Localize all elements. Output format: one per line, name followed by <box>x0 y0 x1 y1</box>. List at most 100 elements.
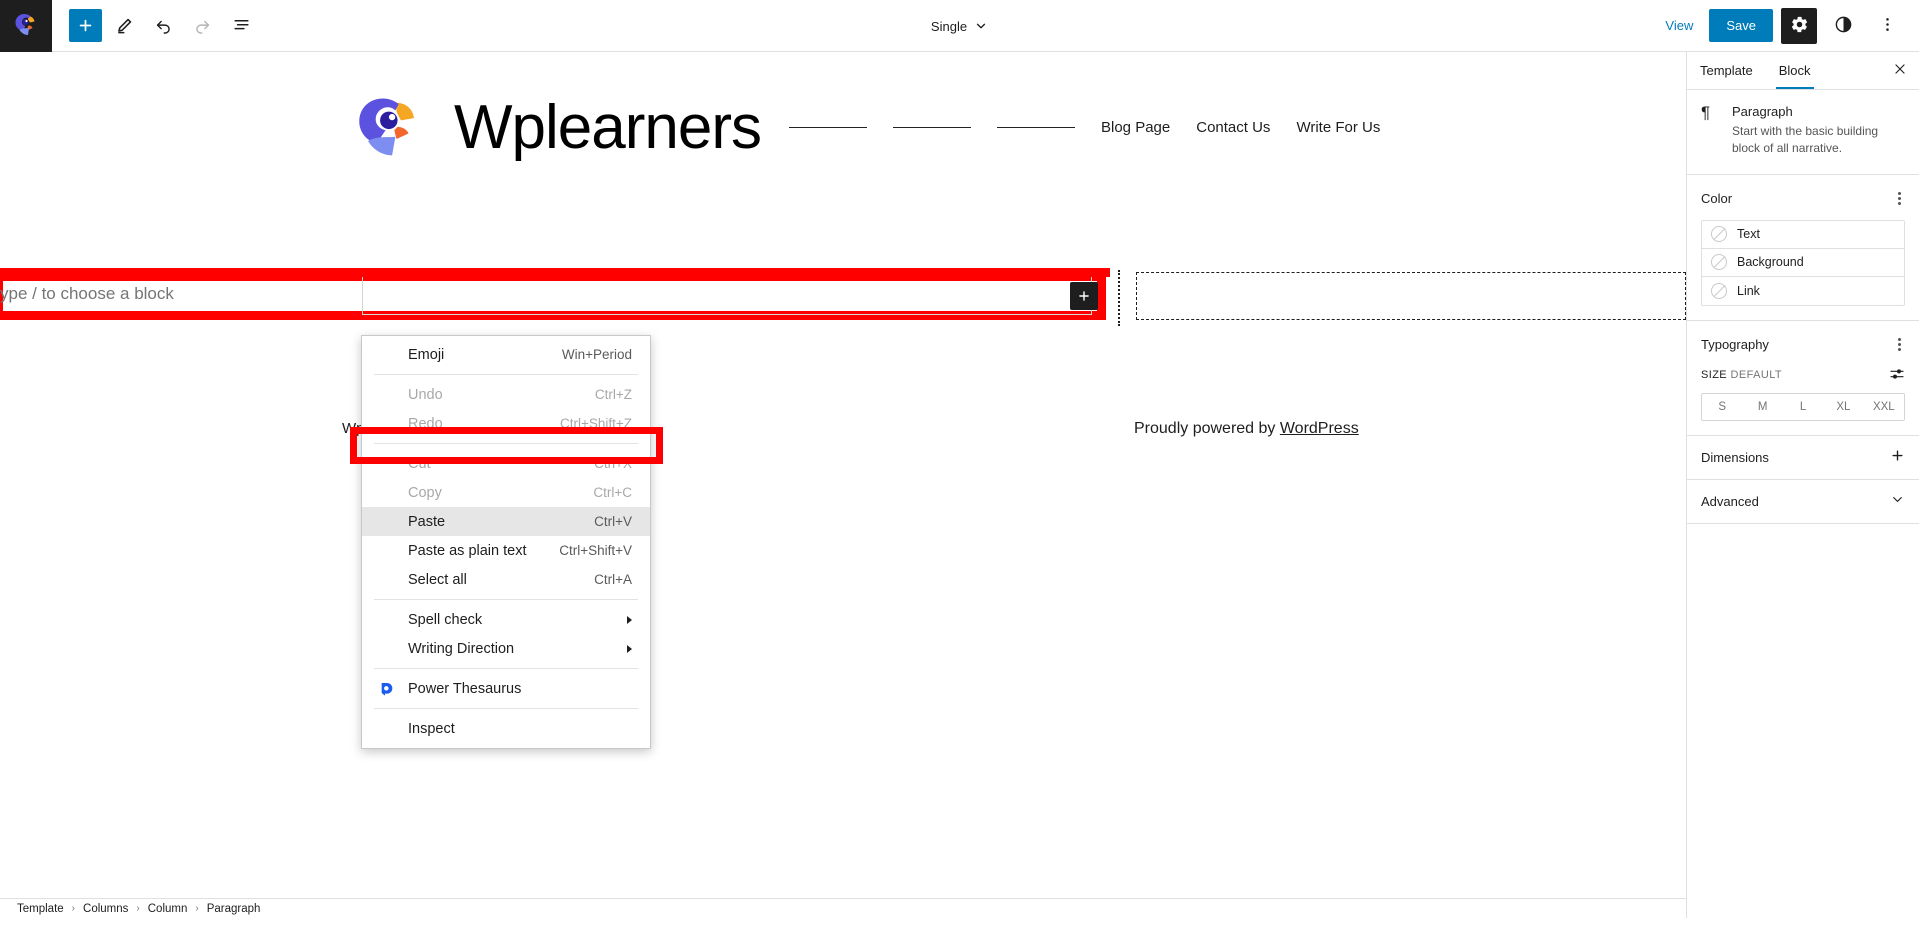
typography-options-ellipsis-icon[interactable] <box>1894 334 1905 355</box>
font-size-m[interactable]: M <box>1742 394 1782 420</box>
menu-item-label: Inspect <box>408 720 455 737</box>
block-info-card: ¶ Paragraph Start with the basic buildin… <box>1687 90 1919 175</box>
block-settings-sidebar: Template Block ¶ Paragraph Start with th… <box>1686 52 1919 918</box>
breadcrumb-item-column[interactable]: Column <box>148 903 188 915</box>
breadcrumb-separator: › <box>136 903 140 914</box>
block-placeholder-text[interactable]: ype / to choose a block <box>0 284 1090 308</box>
chevron-down-icon[interactable] <box>974 19 988 33</box>
contrast-half-circle-icon <box>1834 15 1853 37</box>
wordpress-logo-button[interactable] <box>0 0 52 52</box>
plus-icon[interactable] <box>1890 448 1905 466</box>
tab-template[interactable]: Template <box>1687 52 1766 89</box>
submenu-arrow-icon <box>627 644 632 653</box>
font-size-xxl[interactable]: XXL <box>1864 394 1904 420</box>
close-sidebar-button[interactable] <box>1881 52 1919 89</box>
advanced-title: Advanced <box>1701 493 1759 509</box>
breadcrumb-item-columns[interactable]: Columns <box>83 903 128 915</box>
columns-block: ype / to choose a block <box>0 270 1686 326</box>
breadcrumb-item-template[interactable]: Template <box>17 903 64 915</box>
menu-item-shortcut: Win+Period <box>561 347 632 362</box>
color-section: Color Text Background Link <box>1687 175 1919 321</box>
edit-tools-button[interactable] <box>108 9 141 42</box>
submenu-arrow-icon <box>627 615 632 624</box>
menu-item-power-thesaurus[interactable]: Power Thesaurus <box>362 674 650 703</box>
more-options-button[interactable] <box>1869 8 1905 44</box>
menu-item-redo[interactable]: Redo Ctrl+Shift+Z <box>362 409 650 438</box>
advanced-section[interactable]: Advanced <box>1687 480 1919 524</box>
color-row-link[interactable]: Link <box>1702 277 1904 305</box>
menu-item-copy[interactable]: Copy Ctrl+C <box>362 478 650 507</box>
menu-item-label: Select all <box>408 571 467 588</box>
menu-item-spell-check[interactable]: Spell check <box>362 605 650 634</box>
font-size-selector: S M L XL XXL <box>1701 392 1905 421</box>
site-title: Wplearners <box>454 93 762 162</box>
vertical-ellipsis-icon <box>1878 15 1897 37</box>
sliders-icon[interactable] <box>1889 366 1905 385</box>
menu-item-label: Copy <box>408 484 442 501</box>
block-type-title: Paragraph <box>1732 104 1793 119</box>
color-row-background[interactable]: Background <box>1702 249 1904 277</box>
menu-item-label: Undo <box>408 386 443 403</box>
menu-item-label: Cut <box>408 455 431 472</box>
color-options-list: Text Background Link <box>1701 219 1905 306</box>
nav-dash-2 <box>893 127 971 128</box>
menu-item-label: Power Thesaurus <box>408 680 522 697</box>
nav-link-blog-page[interactable]: Blog Page <box>1101 119 1170 136</box>
menu-item-inspect[interactable]: Inspect <box>362 714 650 743</box>
highlight-bar-top <box>0 268 1110 277</box>
nav-link-contact-us[interactable]: Contact Us <box>1196 119 1270 136</box>
menu-item-select-all[interactable]: Select all Ctrl+A <box>362 565 650 594</box>
editor-toolbar-left <box>52 9 258 42</box>
gear-icon <box>1790 15 1809 37</box>
save-button[interactable]: Save <box>1709 9 1773 42</box>
site-header: Wplearners Blog Page Contact Us Write Fo… <box>0 92 1686 163</box>
menu-item-label: Spell check <box>408 611 483 628</box>
document-title-bar: Single <box>0 0 1919 52</box>
menu-item-paste[interactable]: Paste Ctrl+V <box>362 507 650 536</box>
breadcrumb-separator: › <box>195 903 199 914</box>
editor-top-bar: Single View Save <box>0 0 1919 52</box>
block-type-description: Start with the basic building block of a… <box>1732 124 1879 156</box>
menu-item-label: Redo <box>408 415 443 432</box>
breadcrumb-item-paragraph[interactable]: Paragraph <box>207 903 261 915</box>
dimensions-section[interactable]: Dimensions <box>1687 436 1919 480</box>
menu-item-paste-as-plain-text[interactable]: Paste as plain text Ctrl+Shift+V <box>362 536 650 565</box>
menu-item-undo[interactable]: Undo Ctrl+Z <box>362 380 650 409</box>
color-options-ellipsis-icon[interactable] <box>1894 188 1905 209</box>
menu-separator <box>374 443 638 444</box>
site-navigation: Blog Page Contact Us Write For Us <box>789 119 1380 136</box>
color-row-text[interactable]: Text <box>1702 221 1904 249</box>
nav-link-write-for-us[interactable]: Write For Us <box>1296 119 1380 136</box>
empty-column-placeholder[interactable] <box>1136 272 1686 320</box>
undo-button[interactable] <box>147 9 180 42</box>
redo-button[interactable] <box>186 9 219 42</box>
menu-separator <box>374 374 638 375</box>
wordpress-link[interactable]: WordPress <box>1280 420 1359 437</box>
menu-item-emoji[interactable]: Emoji Win+Period <box>362 340 650 369</box>
menu-item-shortcut: Ctrl+Shift+V <box>559 543 632 558</box>
menu-item-cut[interactable]: Cut Ctrl+X <box>362 449 650 478</box>
font-size-l[interactable]: L <box>1783 394 1823 420</box>
menu-item-label: Emoji <box>408 346 445 363</box>
font-size-value: DEFAULT <box>1730 369 1783 382</box>
font-size-s[interactable]: S <box>1702 394 1742 420</box>
menu-separator <box>374 599 638 600</box>
close-x-icon <box>1893 62 1907 79</box>
menu-item-shortcut: Ctrl+A <box>594 572 632 587</box>
add-block-button[interactable] <box>69 9 102 42</box>
block-appender-button[interactable] <box>1070 282 1098 310</box>
menu-item-shortcut: Ctrl+Shift+Z <box>559 416 632 431</box>
color-label-text: Text <box>1737 227 1760 242</box>
menu-separator <box>374 668 638 669</box>
view-link[interactable]: View <box>1657 12 1701 39</box>
styles-button[interactable] <box>1825 8 1861 44</box>
browser-context-menu[interactable]: Emoji Win+Period Undo Ctrl+Z Redo Ctrl+Shift+… <box>361 335 651 749</box>
list-view-button[interactable] <box>225 9 258 42</box>
chevron-down-icon[interactable] <box>1890 492 1905 510</box>
menu-item-writing-direction[interactable]: Writing Direction <box>362 634 650 663</box>
settings-button[interactable] <box>1781 7 1817 44</box>
typography-section: Typography SIZE DEFAULT S M L XL XXL <box>1687 321 1919 436</box>
column-divider <box>1118 270 1120 326</box>
tab-block[interactable]: Block <box>1766 52 1824 89</box>
font-size-xl[interactable]: XL <box>1823 394 1863 420</box>
